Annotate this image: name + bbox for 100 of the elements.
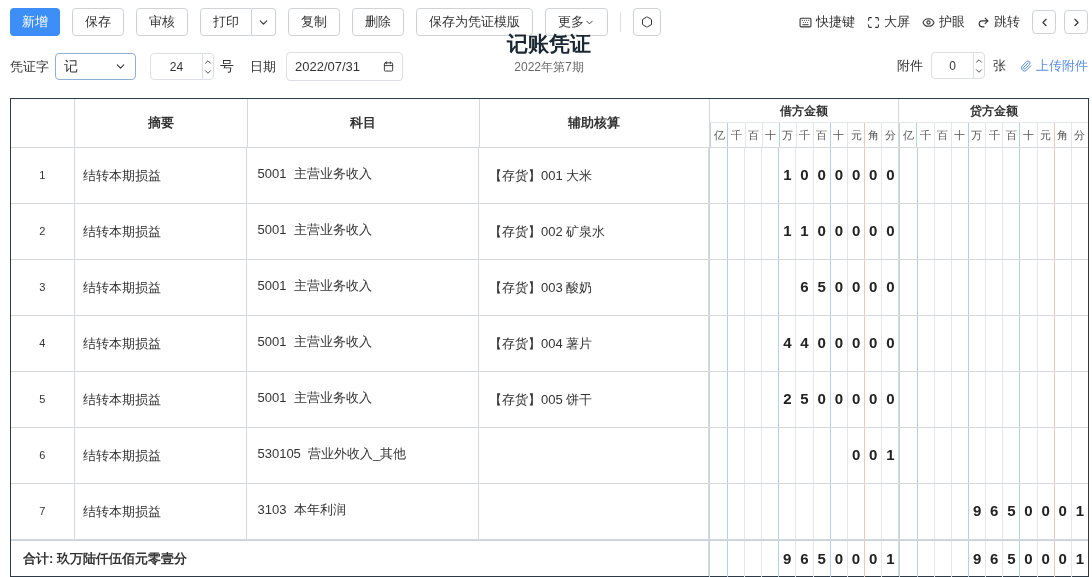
amount-digit: 0 bbox=[834, 221, 844, 242]
amount-digit: 5 bbox=[817, 548, 826, 569]
summary-cell-text: 结转本期损益 bbox=[82, 446, 161, 465]
amount-digit: 9 bbox=[783, 548, 792, 569]
column-header: 科目 bbox=[350, 114, 377, 133]
unit-header: 千 bbox=[988, 127, 1000, 143]
unit-header: 十 bbox=[833, 127, 845, 143]
amount-digit: 0 bbox=[851, 548, 861, 569]
amount-digit: 0 bbox=[1024, 501, 1033, 522]
toolbar-button[interactable]: 审核 bbox=[136, 8, 188, 36]
amount-digit: 0 bbox=[869, 548, 878, 569]
paperclip-icon bbox=[1020, 59, 1032, 72]
number-field[interactable]: 24 bbox=[150, 53, 214, 80]
attachments-field[interactable]: 0 bbox=[931, 52, 985, 79]
unit-header: 元 bbox=[1040, 127, 1052, 143]
account-cell-text: 5001 主营业务收入 bbox=[257, 220, 372, 239]
attachments-label: 附件 bbox=[897, 56, 923, 75]
amount-digit: 0 bbox=[869, 389, 878, 410]
row-number: 7 bbox=[39, 504, 46, 520]
previous-button[interactable] bbox=[1032, 10, 1056, 34]
fullscreen-icon bbox=[867, 15, 880, 29]
account-cell-text: 5001 主营业务收入 bbox=[257, 276, 372, 295]
amount-digit: 1 bbox=[783, 221, 792, 242]
column-header: 摘要 bbox=[147, 114, 174, 133]
amount-digit: 1 bbox=[1075, 548, 1085, 569]
amount-digit: 6 bbox=[990, 501, 999, 522]
summary-cell-text: 结转本期损益 bbox=[82, 502, 161, 521]
unit-header: 千 bbox=[919, 127, 931, 143]
amount-digit: 0 bbox=[886, 389, 895, 410]
amount-digit: 6 bbox=[800, 548, 809, 569]
account-cell-text: 530105 营业外收入_其他 bbox=[257, 444, 407, 463]
auxiliary-cell-text: 【存货】005 饼干 bbox=[488, 390, 593, 409]
amount-digit: 1 bbox=[1075, 501, 1085, 522]
row-number: 5 bbox=[39, 392, 46, 408]
amount-digit: 0 bbox=[851, 445, 861, 466]
redo-icon bbox=[977, 15, 990, 29]
summary-cell-text: 结转本期损益 bbox=[82, 166, 161, 185]
print-button[interactable]: 打印 bbox=[200, 8, 252, 36]
date-label: 日期 bbox=[250, 57, 276, 76]
unit-header: 百 bbox=[816, 127, 828, 143]
amount-digit: 0 bbox=[869, 333, 878, 354]
summary-cell-text: 结转本期损益 bbox=[82, 334, 161, 353]
hexagon-icon bbox=[641, 16, 653, 28]
row-number: 1 bbox=[39, 168, 46, 184]
toolbar-link[interactable]: 快捷键 bbox=[799, 12, 855, 32]
row-number: 3 bbox=[39, 280, 46, 296]
print-menu-button[interactable] bbox=[252, 8, 276, 36]
amount-digit: 0 bbox=[851, 389, 861, 410]
amount-digit: 0 bbox=[886, 333, 895, 354]
amount-digit: 9 bbox=[972, 548, 982, 569]
amount-digit: 0 bbox=[851, 165, 861, 186]
amount-digit: 0 bbox=[817, 333, 826, 354]
amount-digit: 0 bbox=[886, 165, 895, 186]
attachments-unit: 张 bbox=[993, 56, 1006, 75]
amount-digit: 0 bbox=[851, 333, 861, 354]
amount-digit: 0 bbox=[834, 333, 844, 354]
toolbar-link[interactable]: 大屏 bbox=[867, 12, 910, 32]
unit-header: 十 bbox=[765, 127, 777, 143]
amount-digit: 0 bbox=[869, 277, 878, 298]
account-cell-text: 5001 主营业务收入 bbox=[257, 332, 372, 351]
toolbar-link[interactable]: 跳转 bbox=[977, 12, 1020, 32]
auxiliary-cell-text: 【存货】004 薯片 bbox=[488, 334, 593, 353]
account-cell-text: 3103 本年利润 bbox=[257, 500, 346, 519]
number-unit: 号 bbox=[220, 57, 234, 76]
summary-cell-text: 结转本期损益 bbox=[82, 222, 161, 241]
amount-digit: 4 bbox=[783, 333, 792, 354]
amount-digit: 6 bbox=[800, 277, 809, 298]
amount-digit: 5 bbox=[1007, 501, 1016, 522]
amount-digit: 0 bbox=[834, 389, 844, 410]
unit-header: 万 bbox=[782, 127, 794, 143]
amount-digit: 0 bbox=[886, 221, 895, 242]
toolbar-link[interactable]: 护眼 bbox=[922, 12, 965, 32]
date-field[interactable]: 2022/07/31 bbox=[286, 52, 403, 81]
amount-digit: 0 bbox=[834, 277, 844, 298]
amount-header: 贷方金额 bbox=[969, 102, 1018, 120]
unit-header: 元 bbox=[850, 127, 862, 143]
unit-header: 十 bbox=[1022, 127, 1034, 143]
keyboard-icon bbox=[799, 15, 812, 29]
amount-digit: 0 bbox=[1058, 548, 1067, 569]
amount-digit: 6 bbox=[990, 548, 999, 569]
amount-digit: 1 bbox=[886, 445, 895, 466]
amount-digit: 0 bbox=[834, 165, 844, 186]
amount-digit: 0 bbox=[851, 221, 861, 242]
toolbar-button[interactable]: 保存 bbox=[72, 8, 124, 36]
voucher-word-select[interactable]: 记 bbox=[55, 53, 136, 80]
amount-header: 借方金额 bbox=[780, 102, 829, 120]
unit-header: 千 bbox=[730, 127, 742, 143]
unit-header: 亿 bbox=[713, 127, 725, 143]
next-button[interactable] bbox=[1064, 10, 1088, 34]
unit-header: 十 bbox=[954, 127, 966, 143]
eye-icon bbox=[922, 15, 935, 29]
settings-button[interactable] bbox=[633, 8, 661, 36]
voucher-word-label: 凭证字 bbox=[10, 57, 49, 76]
voucher-period: 2022年第7期 bbox=[514, 59, 584, 76]
toolbar-button[interactable]: 复制 bbox=[288, 8, 340, 36]
toolbar-button[interactable]: 删除 bbox=[352, 8, 404, 36]
unit-header: 分 bbox=[884, 127, 896, 143]
auxiliary-cell-text: 【存货】002 矿泉水 bbox=[488, 222, 606, 241]
amount-digit: 5 bbox=[817, 277, 826, 298]
amount-digit: 5 bbox=[1007, 548, 1016, 569]
